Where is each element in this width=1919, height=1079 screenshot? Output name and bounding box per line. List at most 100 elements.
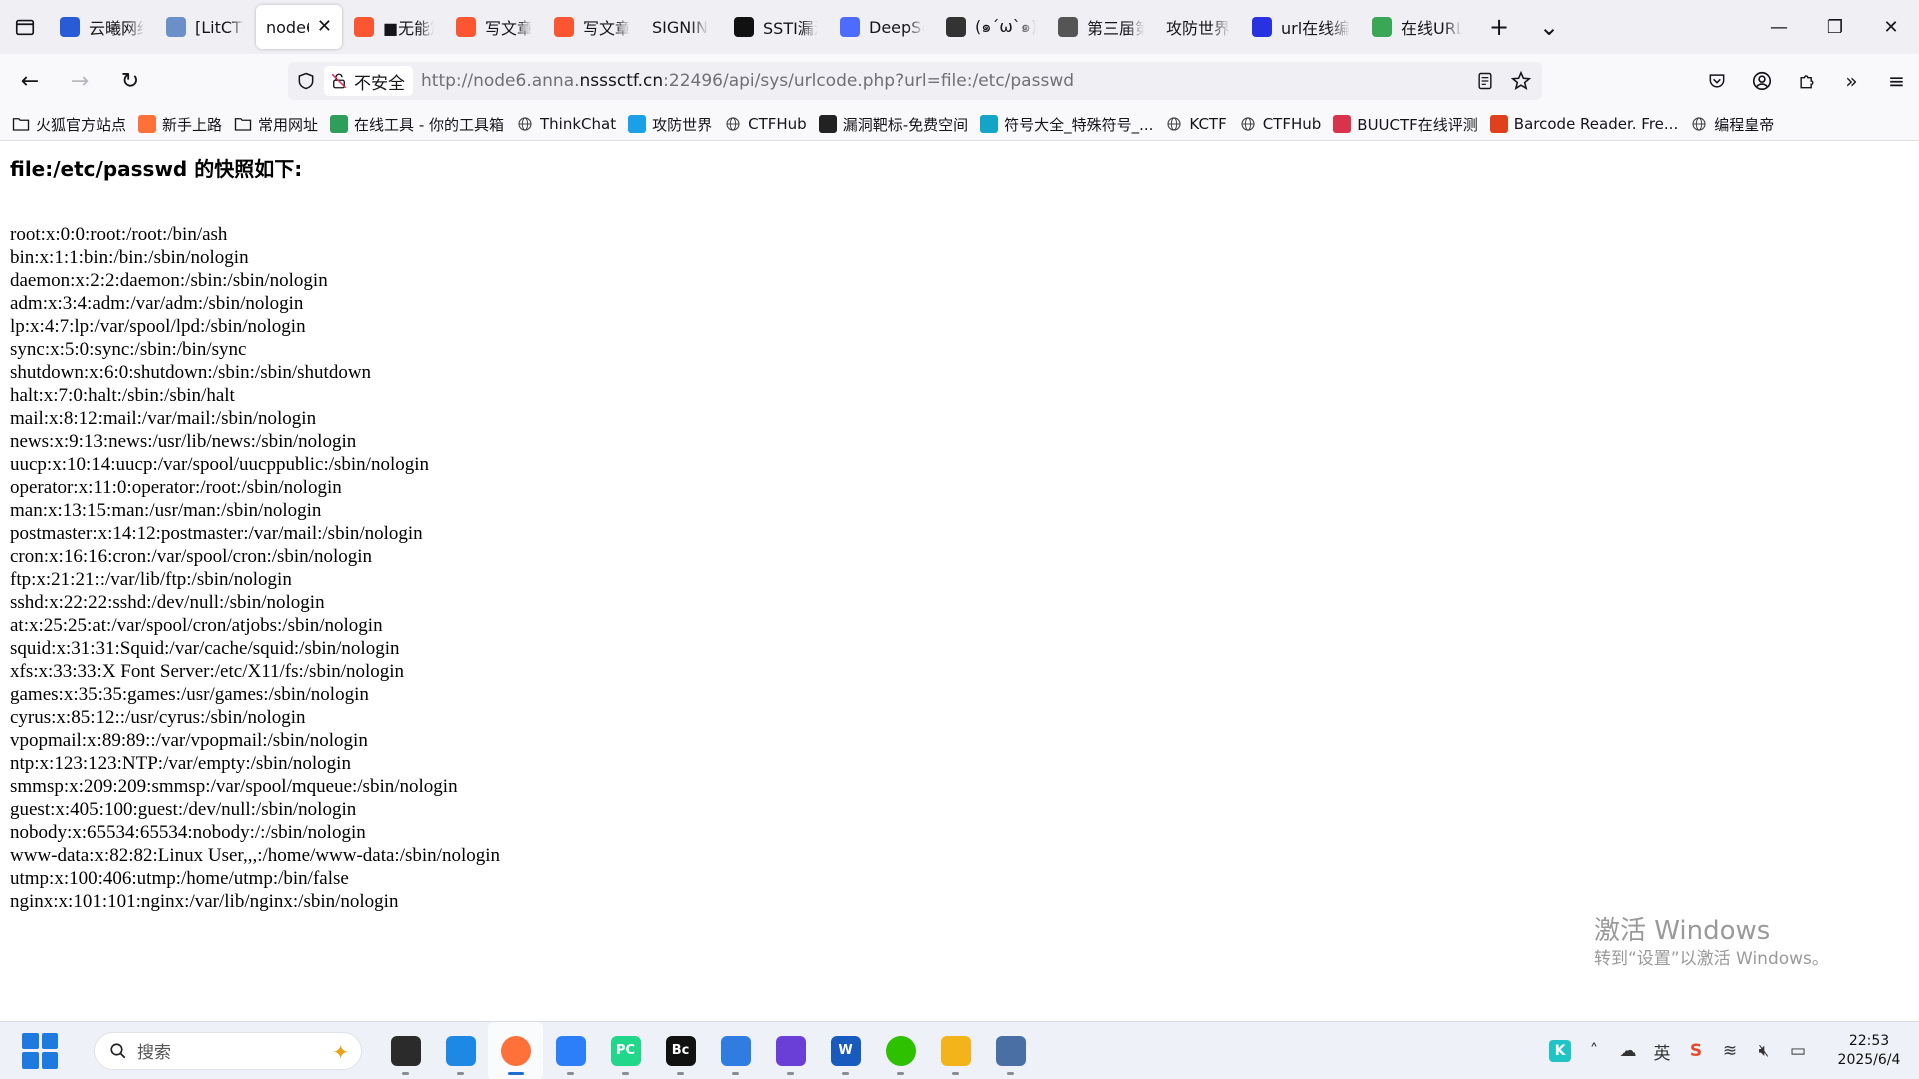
connection-not-secure-indicator[interactable]: 不安全 [324,66,413,96]
show-hidden-icons-chevron-icon[interactable]: ˄ [1577,1022,1611,1079]
input-method-icon[interactable]: 英 [1645,1022,1679,1079]
taskbar-clock[interactable]: 22:53 2025/6/4 [1819,1032,1919,1070]
battery-icon[interactable]: ▭ [1781,1022,1815,1079]
new-tab-button[interactable]: + [1474,0,1524,54]
taskbar-app[interactable]: Bc [653,1022,708,1079]
bookmark-label: 漏洞靶标-免费空间 [842,115,969,134]
bookmark-item[interactable]: 攻防世界 [628,114,712,135]
passwd-line: smmsp:x:209:209:smmsp:/var/spool/mqueue:… [10,776,458,797]
bookmark-label: 在线工具 - 你的工具箱 [354,115,504,134]
taskbar-app[interactable] [763,1022,818,1079]
bookmark-item[interactable]: CTFHub [724,115,807,133]
tab-title: [LitCTF 2 [195,17,244,37]
firefox-view-icon [15,19,35,36]
bookmark-item[interactable]: 火狐官方站点 [12,114,126,135]
browser-tab[interactable]: 写文章-C [446,5,542,49]
passwd-line: ntp:x:123:123:NTP:/var/empty:/sbin/nolog… [10,753,351,774]
back-button[interactable]: ← [10,61,50,101]
burpsuite-icon: Bc [665,1035,696,1066]
url-text[interactable]: http://node6.anna.nsssctf.cn:22496/api/s… [421,71,1074,91]
minimize-button[interactable]: — [1751,0,1807,54]
bookmark-item[interactable]: 漏洞靶标-免费空间 [818,114,969,135]
close-tab-icon[interactable]: ✕ [317,18,332,36]
pocket-icon [1709,74,1724,88]
forward-button[interactable]: → [60,61,100,101]
account-icon [1752,71,1771,91]
passwd-line: halt:x:7:0:halt:/sbin:/sbin/halt [10,385,235,406]
browser-tab[interactable]: url在线编 [1242,5,1360,49]
pocket-button[interactable] [1694,54,1739,108]
visual-studio-icon [775,1035,806,1066]
browser-tab[interactable]: node6.an ✕ [256,5,342,49]
restore-button[interactable]: ❐ [1807,0,1863,54]
passwd-listing: root:x:0:0:root:/root:/bin/ash bin:x:1:1:… [10,223,500,913]
bookmark-item[interactable]: 新手上路 [138,114,222,135]
puzzle-icon [1799,75,1813,89]
passwd-line: vpopmail:x:89:89::/var/vpopmail:/sbin/no… [10,730,368,751]
taskbar-app[interactable] [543,1022,598,1079]
anime-avatar-icon [946,17,966,37]
url-prefix: http://node6.anna. [421,71,580,91]
extensions-button[interactable] [1784,54,1829,108]
bookmark-item[interactable]: Barcode Reader. Fre... [1489,115,1678,133]
arrow-left-icon: ← [20,68,40,94]
taskbar-app[interactable] [488,1021,543,1079]
csdn-icon [554,17,574,37]
cloud-sync-icon[interactable]: ☁ [1611,1022,1645,1079]
browser-tab[interactable]: DeepSe [830,5,934,49]
browser-tab[interactable]: (๑´ω`๑) [936,5,1046,49]
clock-date: 2025/6/4 [1837,1052,1901,1068]
url-bar-actions [1472,62,1534,100]
bookmark-item[interactable]: CTFHub [1239,115,1321,133]
bookmark-item[interactable]: 常用网址 [234,114,318,135]
app-icon-label: Bc [671,1043,690,1058]
browser-tab[interactable]: SIGNIN [642,5,722,49]
taskbar-app[interactable] [928,1022,983,1079]
passwd-line: xfs:x:33:33:X Font Server:/etc/X11/fs:/s… [10,661,405,682]
taskbar-search-box[interactable]: 搜索 ✦ [94,1031,362,1070]
passwd-line: postmaster:x:14:12:postmaster:/var/mail:… [10,523,423,544]
taskbar-app[interactable]: PC [598,1022,653,1079]
close-window-button[interactable]: ✕ [1863,0,1919,54]
browser-tab[interactable]: ■无能篇 [344,5,444,49]
firefox-view-button[interactable] [0,0,50,54]
tracking-protection-shield-icon[interactable] [288,62,324,100]
windows-start-icon[interactable] [22,1032,58,1069]
browser-tab[interactable]: SSTI漏洞 [724,5,828,49]
bookmark-item[interactable]: ThinkChat [516,115,616,133]
app-menu-button[interactable]: ≡ [1874,54,1919,108]
taskbar-app[interactable] [873,1022,928,1079]
list-all-tabs-button[interactable]: ⌄ [1524,0,1574,54]
taskbar-app[interactable] [708,1022,763,1079]
browser-tab[interactable]: 第三届第 [1048,5,1154,49]
kuaishou-tray-icon[interactable]: K [1543,1022,1577,1079]
bookmark-item[interactable]: KCTF [1165,115,1227,133]
bookmark-item[interactable]: 编程皇帝 [1690,114,1774,135]
wifi-icon[interactable]: ≋ [1713,1022,1747,1079]
bookmark-item[interactable]: BUUCTF在线评测 [1333,114,1478,135]
browser-tab[interactable]: [LitCTF 2 [156,5,254,49]
reader-view-icon[interactable] [1472,68,1498,94]
running-indicator [567,1071,574,1075]
taskbar-app[interactable] [433,1022,488,1079]
account-button[interactable] [1739,54,1784,108]
bookmark-label: KCTF [1189,115,1227,133]
speaker-muted-icon[interactable]: 🔇︎ [1747,1022,1781,1079]
browser-tab[interactable]: 写文章-C [544,5,640,49]
taskbar-app[interactable] [378,1022,433,1079]
more-tools-button[interactable]: » [1829,54,1874,108]
browser-tab[interactable]: 云曦网络 [50,5,154,49]
url-bar[interactable]: 不安全 http://node6.anna.nsssctf.cn:22496/a… [288,62,1542,100]
browser-tab[interactable]: 攻防世界 [1156,5,1240,49]
bookmark-star-icon[interactable] [1508,68,1534,94]
taskbar-app[interactable] [983,1022,1038,1079]
taskbar-app[interactable]: W [818,1022,873,1079]
bookmark-item[interactable]: 符号大全_特殊符号_... [980,114,1153,135]
bookmark-item[interactable]: 在线工具 - 你的工具箱 [330,114,504,135]
bookmark-label: 攻防世界 [652,115,713,134]
tab-title: (๑´ω`๑) [975,16,1036,36]
passwd-line: shutdown:x:6:0:shutdown:/sbin:/sbin/shut… [10,362,372,383]
reload-button[interactable]: ↻ [110,61,150,101]
sogou-ime-icon[interactable]: S [1679,1022,1713,1079]
browser-tab[interactable]: 在线URL [1362,5,1472,49]
